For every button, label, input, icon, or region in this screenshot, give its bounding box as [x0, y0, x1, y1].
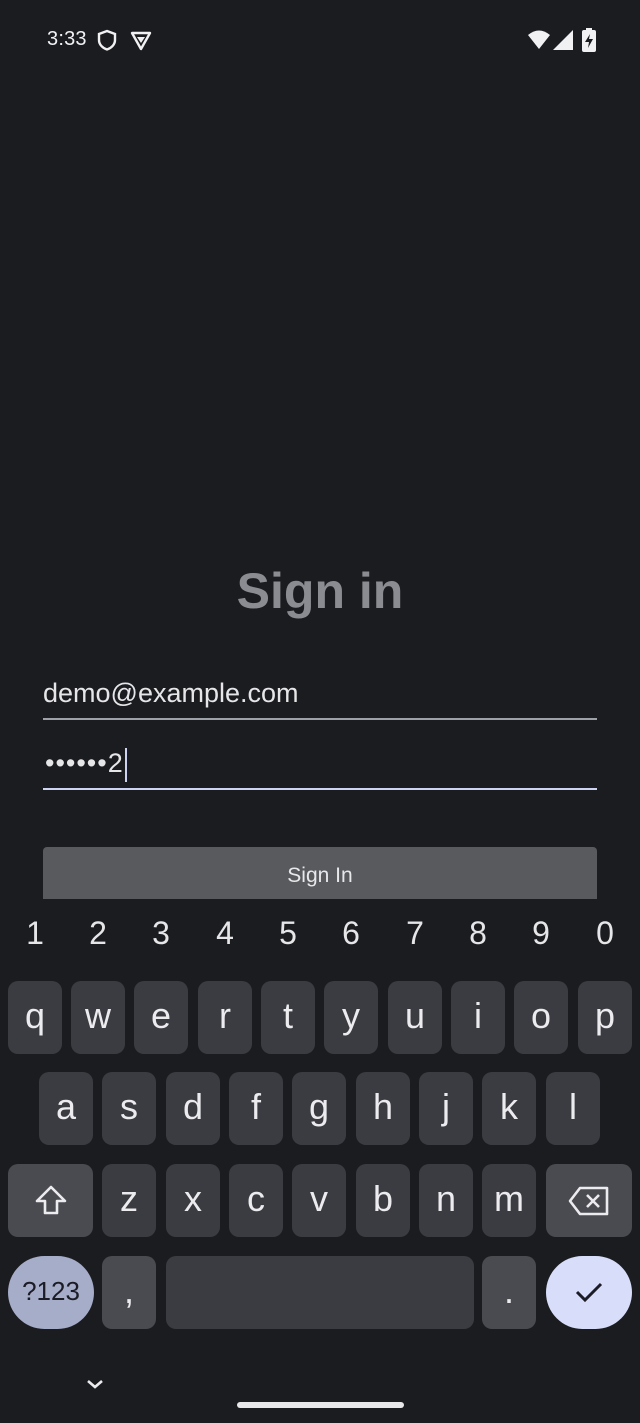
- key-8[interactable]: 8: [453, 915, 503, 952]
- backspace-key[interactable]: [546, 1164, 632, 1237]
- email-value: demo@example.com: [43, 678, 299, 708]
- key-1[interactable]: 1: [10, 915, 60, 952]
- signal-icon: [553, 30, 573, 55]
- status-time: 3:33: [47, 28, 87, 50]
- shield-icon: [96, 29, 118, 51]
- key-c[interactable]: c: [229, 1164, 283, 1237]
- key-0[interactable]: 0: [580, 915, 630, 952]
- key-u[interactable]: u: [388, 981, 442, 1054]
- key-b[interactable]: b: [356, 1164, 410, 1237]
- key-l[interactable]: l: [546, 1072, 600, 1145]
- checkmark-icon: [575, 1282, 603, 1303]
- key-d[interactable]: d: [166, 1072, 220, 1145]
- password-last-char: 2: [107, 748, 124, 779]
- key-t[interactable]: t: [261, 981, 315, 1054]
- key-s[interactable]: s: [102, 1072, 156, 1145]
- backspace-icon: [568, 1186, 609, 1216]
- shift-icon: [35, 1185, 66, 1215]
- page-title: Sign in: [236, 563, 404, 619]
- key-j[interactable]: j: [419, 1072, 473, 1145]
- key-5[interactable]: 5: [263, 915, 313, 952]
- key-n[interactable]: n: [419, 1164, 473, 1237]
- gesture-nav-handle[interactable]: [237, 1402, 404, 1408]
- email-field[interactable]: demo@example.com: [43, 672, 597, 720]
- key-7[interactable]: 7: [390, 915, 440, 952]
- key-k[interactable]: k: [482, 1072, 536, 1145]
- shift-key[interactable]: [8, 1164, 93, 1237]
- key-f[interactable]: f: [229, 1072, 283, 1145]
- key-2[interactable]: 2: [73, 915, 123, 952]
- key-h[interactable]: h: [356, 1072, 410, 1145]
- battery-charging-icon: [582, 28, 596, 57]
- key-v[interactable]: v: [292, 1164, 346, 1237]
- key-g[interactable]: g: [292, 1072, 346, 1145]
- comma-key[interactable]: ,: [102, 1256, 156, 1329]
- key-m[interactable]: m: [482, 1164, 536, 1237]
- key-i[interactable]: i: [451, 981, 505, 1054]
- symbols-key[interactable]: ?123: [8, 1256, 94, 1329]
- key-o[interactable]: o: [514, 981, 568, 1054]
- key-x[interactable]: x: [166, 1164, 220, 1237]
- wifi-icon: [528, 30, 550, 55]
- text-caret: [124, 748, 127, 782]
- enter-key[interactable]: [546, 1256, 632, 1329]
- period-key[interactable]: .: [482, 1256, 536, 1329]
- password-field[interactable]: ••••••2: [43, 742, 597, 790]
- space-key[interactable]: [166, 1256, 474, 1329]
- key-r[interactable]: r: [198, 981, 252, 1054]
- key-y[interactable]: y: [324, 981, 378, 1054]
- key-q[interactable]: q: [8, 981, 62, 1054]
- chevron-down-icon[interactable]: [84, 1377, 106, 1396]
- sign-in-button[interactable]: Sign In: [43, 847, 597, 899]
- vpn-icon: [130, 29, 152, 51]
- key-z[interactable]: z: [102, 1164, 156, 1237]
- key-9[interactable]: 9: [516, 915, 566, 952]
- key-4[interactable]: 4: [200, 915, 250, 952]
- key-e[interactable]: e: [134, 981, 188, 1054]
- key-6[interactable]: 6: [326, 915, 376, 952]
- key-3[interactable]: 3: [136, 915, 186, 952]
- key-a[interactable]: a: [39, 1072, 93, 1145]
- password-masked: ••••••: [45, 748, 108, 779]
- key-p[interactable]: p: [578, 981, 632, 1054]
- key-w[interactable]: w: [71, 981, 125, 1054]
- soft-keyboard: 1 2 3 4 5 6 7 8 9 0 q w e r t y u i o p …: [0, 899, 640, 1423]
